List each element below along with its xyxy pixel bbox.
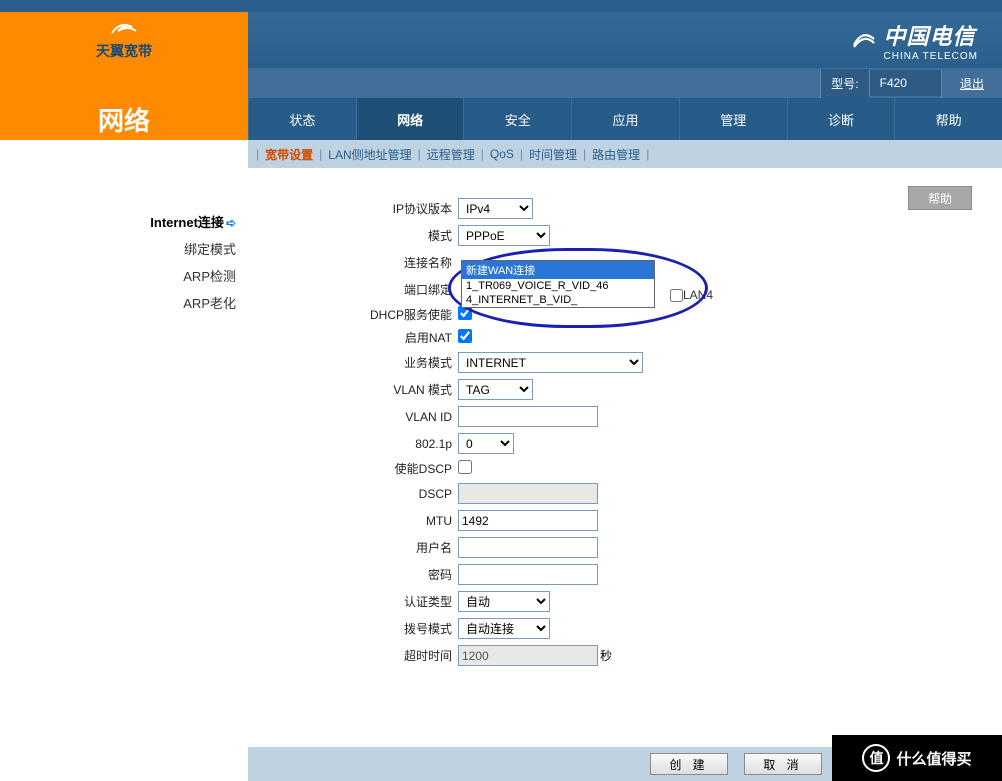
logout-link[interactable]: 退出	[941, 69, 1002, 98]
subnav-route[interactable]: 路由管理	[590, 146, 642, 163]
watermark-badge-icon: 值	[862, 744, 890, 772]
label-auth-type: 认证类型	[278, 593, 458, 610]
select-dial-mode[interactable]: 自动连接	[458, 618, 550, 639]
china-telecom-icon	[848, 25, 878, 55]
label-conn-name: 连接名称	[278, 254, 458, 271]
label-username: 用户名	[278, 539, 458, 556]
subnav-qos[interactable]: QoS	[488, 147, 516, 161]
checkbox-dscp[interactable]	[458, 460, 472, 474]
checkbox-nat[interactable]	[458, 329, 472, 343]
checkbox-dhcp[interactable]	[458, 306, 472, 320]
input-dscp[interactable]	[458, 483, 598, 504]
select-8021p[interactable]: 0	[458, 433, 514, 454]
header: 天翼宽带 中国电信 CHINA TELECOM	[0, 12, 1002, 68]
label-port-bind: 端口绑定	[278, 281, 458, 298]
conn-name-dropdown[interactable]: 新建WAN连接 1_TR069_VOICE_R_VID_46 4_INTERNE…	[461, 260, 655, 308]
subnav-time[interactable]: 时间管理	[527, 146, 579, 163]
label-dscp-enable: 使能DSCP	[278, 460, 458, 477]
content: 帮助 IP协议版本 IPv4 模式 PPPoE 连接名称 端口绑定 DHCP服务…	[248, 168, 1002, 676]
page-title: 网络	[0, 98, 248, 140]
model-value: F420	[869, 70, 941, 96]
select-mode[interactable]: PPPoE	[458, 225, 550, 246]
lan4-label: LAN4	[683, 288, 713, 302]
label-vlan-id: VLAN ID	[278, 410, 458, 424]
label-password: 密码	[278, 566, 458, 583]
tab-diagnosis[interactable]: 诊断	[787, 98, 895, 140]
subnav-broadband[interactable]: 宽带设置	[263, 146, 315, 163]
tab-management[interactable]: 管理	[679, 98, 787, 140]
input-username[interactable]	[458, 537, 598, 558]
subnav: | 宽带设置| LAN侧地址管理| 远程管理| QoS| 时间管理| 路由管理|	[248, 140, 1002, 168]
label-8021p: 802.1p	[278, 437, 458, 451]
subnav-lan[interactable]: LAN侧地址管理	[326, 146, 413, 163]
create-button[interactable]: 创 建	[650, 753, 728, 775]
label-timeout: 超时时间	[278, 647, 458, 664]
brand-right: 中国电信 CHINA TELECOM	[248, 12, 1002, 68]
subnav-remote[interactable]: 远程管理	[425, 146, 477, 163]
dropdown-option[interactable]: 4_INTERNET_B_VID_	[462, 293, 654, 307]
sidebar-item-arpdetect[interactable]: ARP检测	[0, 262, 236, 289]
brand-right-name: 中国电信	[884, 19, 979, 51]
label-vlan-mode: VLAN 模式	[278, 381, 458, 398]
sidebar-item-bindmode[interactable]: 绑定模式	[0, 235, 236, 262]
label-dhcp: DHCP服务使能	[278, 306, 458, 323]
dropdown-option[interactable]: 1_TR069_VOICE_R_VID_46	[462, 279, 654, 293]
label-service-mode: 业务模式	[278, 354, 458, 371]
tab-network[interactable]: 网络	[356, 98, 464, 140]
sidebar: Internet连接➪ 绑定模式 ARP检测 ARP老化	[0, 168, 248, 676]
watermark: 值 什么值得买	[832, 735, 1002, 781]
label-dial-mode: 拨号模式	[278, 620, 458, 637]
brand-left: 天翼宽带	[0, 12, 248, 68]
select-vlan-mode[interactable]: TAG	[458, 379, 533, 400]
watermark-text: 什么值得买	[896, 748, 971, 769]
model-bar: 型号: F420 退出	[0, 68, 1002, 98]
label-nat: 启用NAT	[278, 329, 458, 346]
sidebar-item-internet[interactable]: Internet连接➪	[0, 208, 236, 235]
label-mtu: MTU	[278, 514, 458, 528]
input-timeout[interactable]	[458, 645, 598, 666]
input-vlan-id[interactable]	[458, 406, 598, 427]
cancel-button[interactable]: 取 消	[744, 753, 822, 775]
select-ip-version[interactable]: IPv4	[458, 198, 533, 219]
unit-seconds: 秒	[600, 649, 612, 663]
model-label: 型号:	[820, 69, 868, 98]
dropdown-option[interactable]: 新建WAN连接	[462, 261, 654, 279]
select-service-mode[interactable]: INTERNET	[458, 352, 643, 373]
tab-application[interactable]: 应用	[571, 98, 679, 140]
checkbox-lan4[interactable]	[670, 289, 683, 302]
label-mode: 模式	[278, 227, 458, 244]
tab-security[interactable]: 安全	[463, 98, 571, 140]
input-mtu[interactable]	[458, 510, 598, 531]
sidebar-item-arpaging[interactable]: ARP老化	[0, 289, 236, 316]
brand-right-sub: CHINA TELECOM	[884, 51, 979, 62]
tab-help[interactable]: 帮助	[894, 98, 1002, 140]
label-dscp: DSCP	[278, 487, 458, 501]
brand-left-name: 天翼宽带	[96, 41, 152, 61]
tab-status[interactable]: 状态	[248, 98, 356, 140]
label-ip-version: IP协议版本	[278, 200, 458, 217]
input-password[interactable]	[458, 564, 598, 585]
select-auth-type[interactable]: 自动	[458, 591, 550, 612]
nav-tabs: 状态 网络 安全 应用 管理 诊断 帮助	[248, 98, 1002, 140]
telecom-swirl-icon	[108, 19, 140, 41]
help-button[interactable]: 帮助	[908, 186, 972, 210]
arrow-right-icon: ➪	[226, 216, 236, 230]
